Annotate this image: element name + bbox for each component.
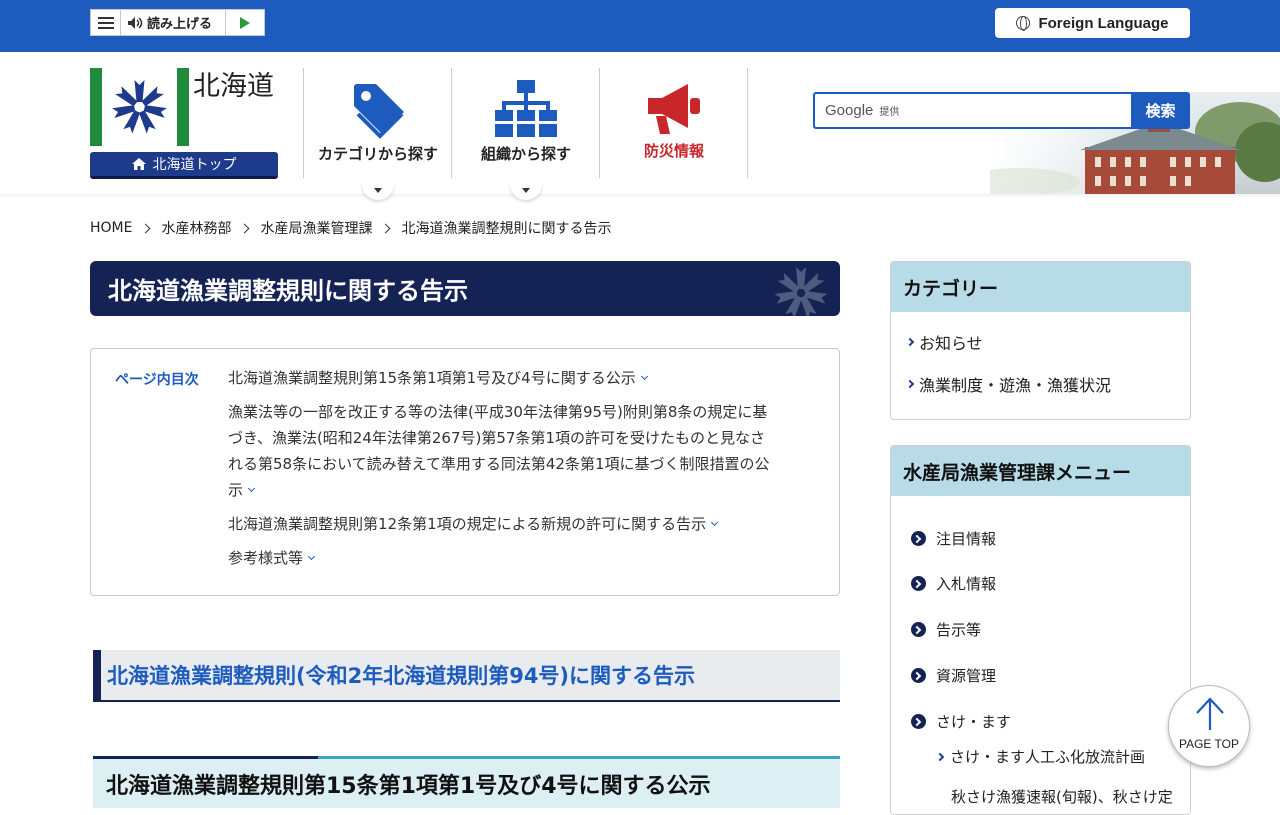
breadcrumb-home[interactable]: HOME [90,220,132,236]
toc-link-1[interactable]: 北海道漁業調整規則第15条第1項第1号及び4号に関する公示 [228,365,776,391]
hokkaido-emblem-icon [112,80,167,134]
toc-link-4[interactable]: 参考様式等 [228,545,776,571]
nav-organization-search[interactable]: 組織から探す [452,68,600,200]
globe-icon [1016,16,1031,31]
home-icon [131,158,146,170]
nav-category-toggle[interactable] [362,182,394,200]
nav-disaster-info[interactable]: 防災情報 [600,68,748,178]
menu-link-bids[interactable]: 入札情報 [911,573,996,594]
menu-link-label: 告示等 [936,621,982,639]
site-search-input[interactable]: Google 提供 [813,92,1131,129]
breadcrumb: HOME 水産林務部 水産局漁業管理課 北海道漁業調整規則に関する告示 [90,218,611,238]
chevron-right-icon [381,223,391,233]
speaker-icon [128,16,143,29]
chevron-right-icon [905,379,915,389]
arrow-up-icon [1196,697,1224,730]
sidebar-link-fishery-system[interactable]: 漁業制度・遊漁・漁獲状況 [905,372,1112,396]
sidebar-category-box: カテゴリー お知らせ 漁業制度・遊漁・漁獲状況 [890,261,1191,420]
sidebar-menu-title: 水産局漁業管理課メニュー [891,446,1190,496]
nav-disaster-label: 防災情報 [643,142,704,160]
nav-organization-label: 組織から探す [480,145,571,163]
menu-link-label: 資源管理 [936,667,997,685]
sidebar-link-news[interactable]: お知らせ [905,330,983,354]
search-button[interactable]: 検索 [1131,92,1190,129]
toc-link-text: 漁業法等の一部を改正する等の法律(平成30年法律第95号)附則第8条の規定に基づ… [228,403,770,499]
sidebar-link-label: お知らせ [919,334,983,353]
submenu-link-label: 秋さけ漁獲速報(旬報)、秋さけ定 [951,788,1173,806]
page-contents-box: ページ内目次 北海道漁業調整規則第15条第1項第1号及び4号に関する公示 漁業法… [90,348,840,596]
site-logo-text[interactable]: 北海道 [193,64,274,103]
megaphone-icon [648,84,700,134]
emblem-watermark-icon [774,267,828,316]
chevron-down-icon [307,552,316,561]
menu-link-label: 注目情報 [936,530,997,548]
play-button[interactable] [226,10,264,35]
breadcrumb-current: 北海道漁業調整規則に関する告示 [401,221,612,237]
section-heading: 北海道漁業調整規則(令和2年北海道規則第94号)に関する告示 [93,650,840,702]
submenu-link-catch-report[interactable]: 秋さけ漁獲速報(旬報)、秋さけ定 [951,786,1173,807]
menu-link-notices[interactable]: 告示等 [911,619,981,640]
menu-link-label: さけ・ます [936,713,1012,731]
page-top-label: PAGE TOP [1178,737,1240,751]
google-brand: Google [825,102,874,119]
sidebar-category-title: カテゴリー [891,262,1190,312]
chevron-down-icon [711,518,719,527]
sidebar-menu-box: 水産局漁業管理課メニュー 注目情報 入札情報 告示等 資源管理 さけ・ます さけ… [890,445,1191,815]
menu-link-label: 入札情報 [936,575,997,593]
tag-icon [354,84,404,139]
toc-link-2[interactable]: 漁業法等の一部を改正する等の法律(平成30年法律第95号)附則第8条の規定に基づ… [228,399,776,503]
submenu-link-label: さけ・ます人工ふ化放流計画 [950,748,1146,766]
page-title-text: 北海道漁業調整規則に関する告示 [108,277,468,305]
chevron-down-icon [640,372,648,381]
org-chart-icon [495,80,557,137]
top-utility-bar: 読み上げる Foreign Language [0,0,1280,52]
chevron-right-icon [935,752,945,761]
breadcrumb-department[interactable]: 水産林務部 [161,218,231,238]
read-aloud-toolbar: 読み上げる [90,9,265,36]
toc-link-text: 北海道漁業調整規則第15条第1項第1号及び4号に関する公示 [228,369,636,387]
page-top-button[interactable]: PAGE TOP [1168,685,1250,767]
breadcrumb-division[interactable]: 水産局漁業管理課 [260,218,372,238]
play-icon [240,16,250,29]
sidebar-link-label: 漁業制度・遊漁・漁獲状況 [919,376,1112,395]
reader-menu-button[interactable] [91,10,121,35]
menu-link-resources[interactable]: 資源管理 [911,665,996,686]
circle-chevron-icon [911,576,926,591]
nav-category-search[interactable]: カテゴリから探す [304,68,452,200]
menu-link-salmon[interactable]: さけ・ます [911,711,1011,732]
circle-chevron-icon [911,714,926,729]
toc-label: ページ内目次 [115,372,199,388]
hokkaido-top-label: 北海道トップ [152,157,237,173]
page-title: 北海道漁業調整規則に関する告示 [90,261,840,316]
hamburger-icon [97,16,114,29]
toc-link-3[interactable]: 北海道漁業調整規則第12条第1項の規定による新規の許可に関する告示 [228,511,776,537]
read-aloud-button[interactable]: 読み上げる [121,10,226,35]
toc-link-text: 北海道漁業調整規則第12条第1項の規定による新規の許可に関する告示 [228,515,707,533]
hokkaido-top-button[interactable]: 北海道トップ [90,152,278,179]
nav-organization-toggle[interactable] [510,182,542,200]
chevron-right-icon [905,337,915,347]
circle-chevron-icon [911,622,926,637]
search-provided-label: 提供 [879,107,900,118]
toc-link-text: 参考様式等 [228,549,304,567]
chevron-right-icon [240,223,250,233]
read-aloud-label: 読み上げる [147,17,213,32]
chevron-down-icon [247,484,256,493]
chevron-right-icon [141,223,151,233]
nav-category-label: カテゴリから探す [317,145,438,163]
foreign-language-label: Foreign Language [1038,14,1169,32]
subsection-heading: 北海道漁業調整規則第15条第1項第1号及び4号に関する公示 [93,756,840,808]
circle-chevron-icon [911,531,926,546]
submenu-link-hatchery-plan[interactable]: さけ・ます人工ふ化放流計画 [935,746,1146,767]
menu-link-featured[interactable]: 注目情報 [911,528,996,549]
foreign-language-button[interactable]: Foreign Language [995,8,1190,38]
hokkaido-logo[interactable] [90,68,189,146]
circle-chevron-icon [911,668,926,683]
